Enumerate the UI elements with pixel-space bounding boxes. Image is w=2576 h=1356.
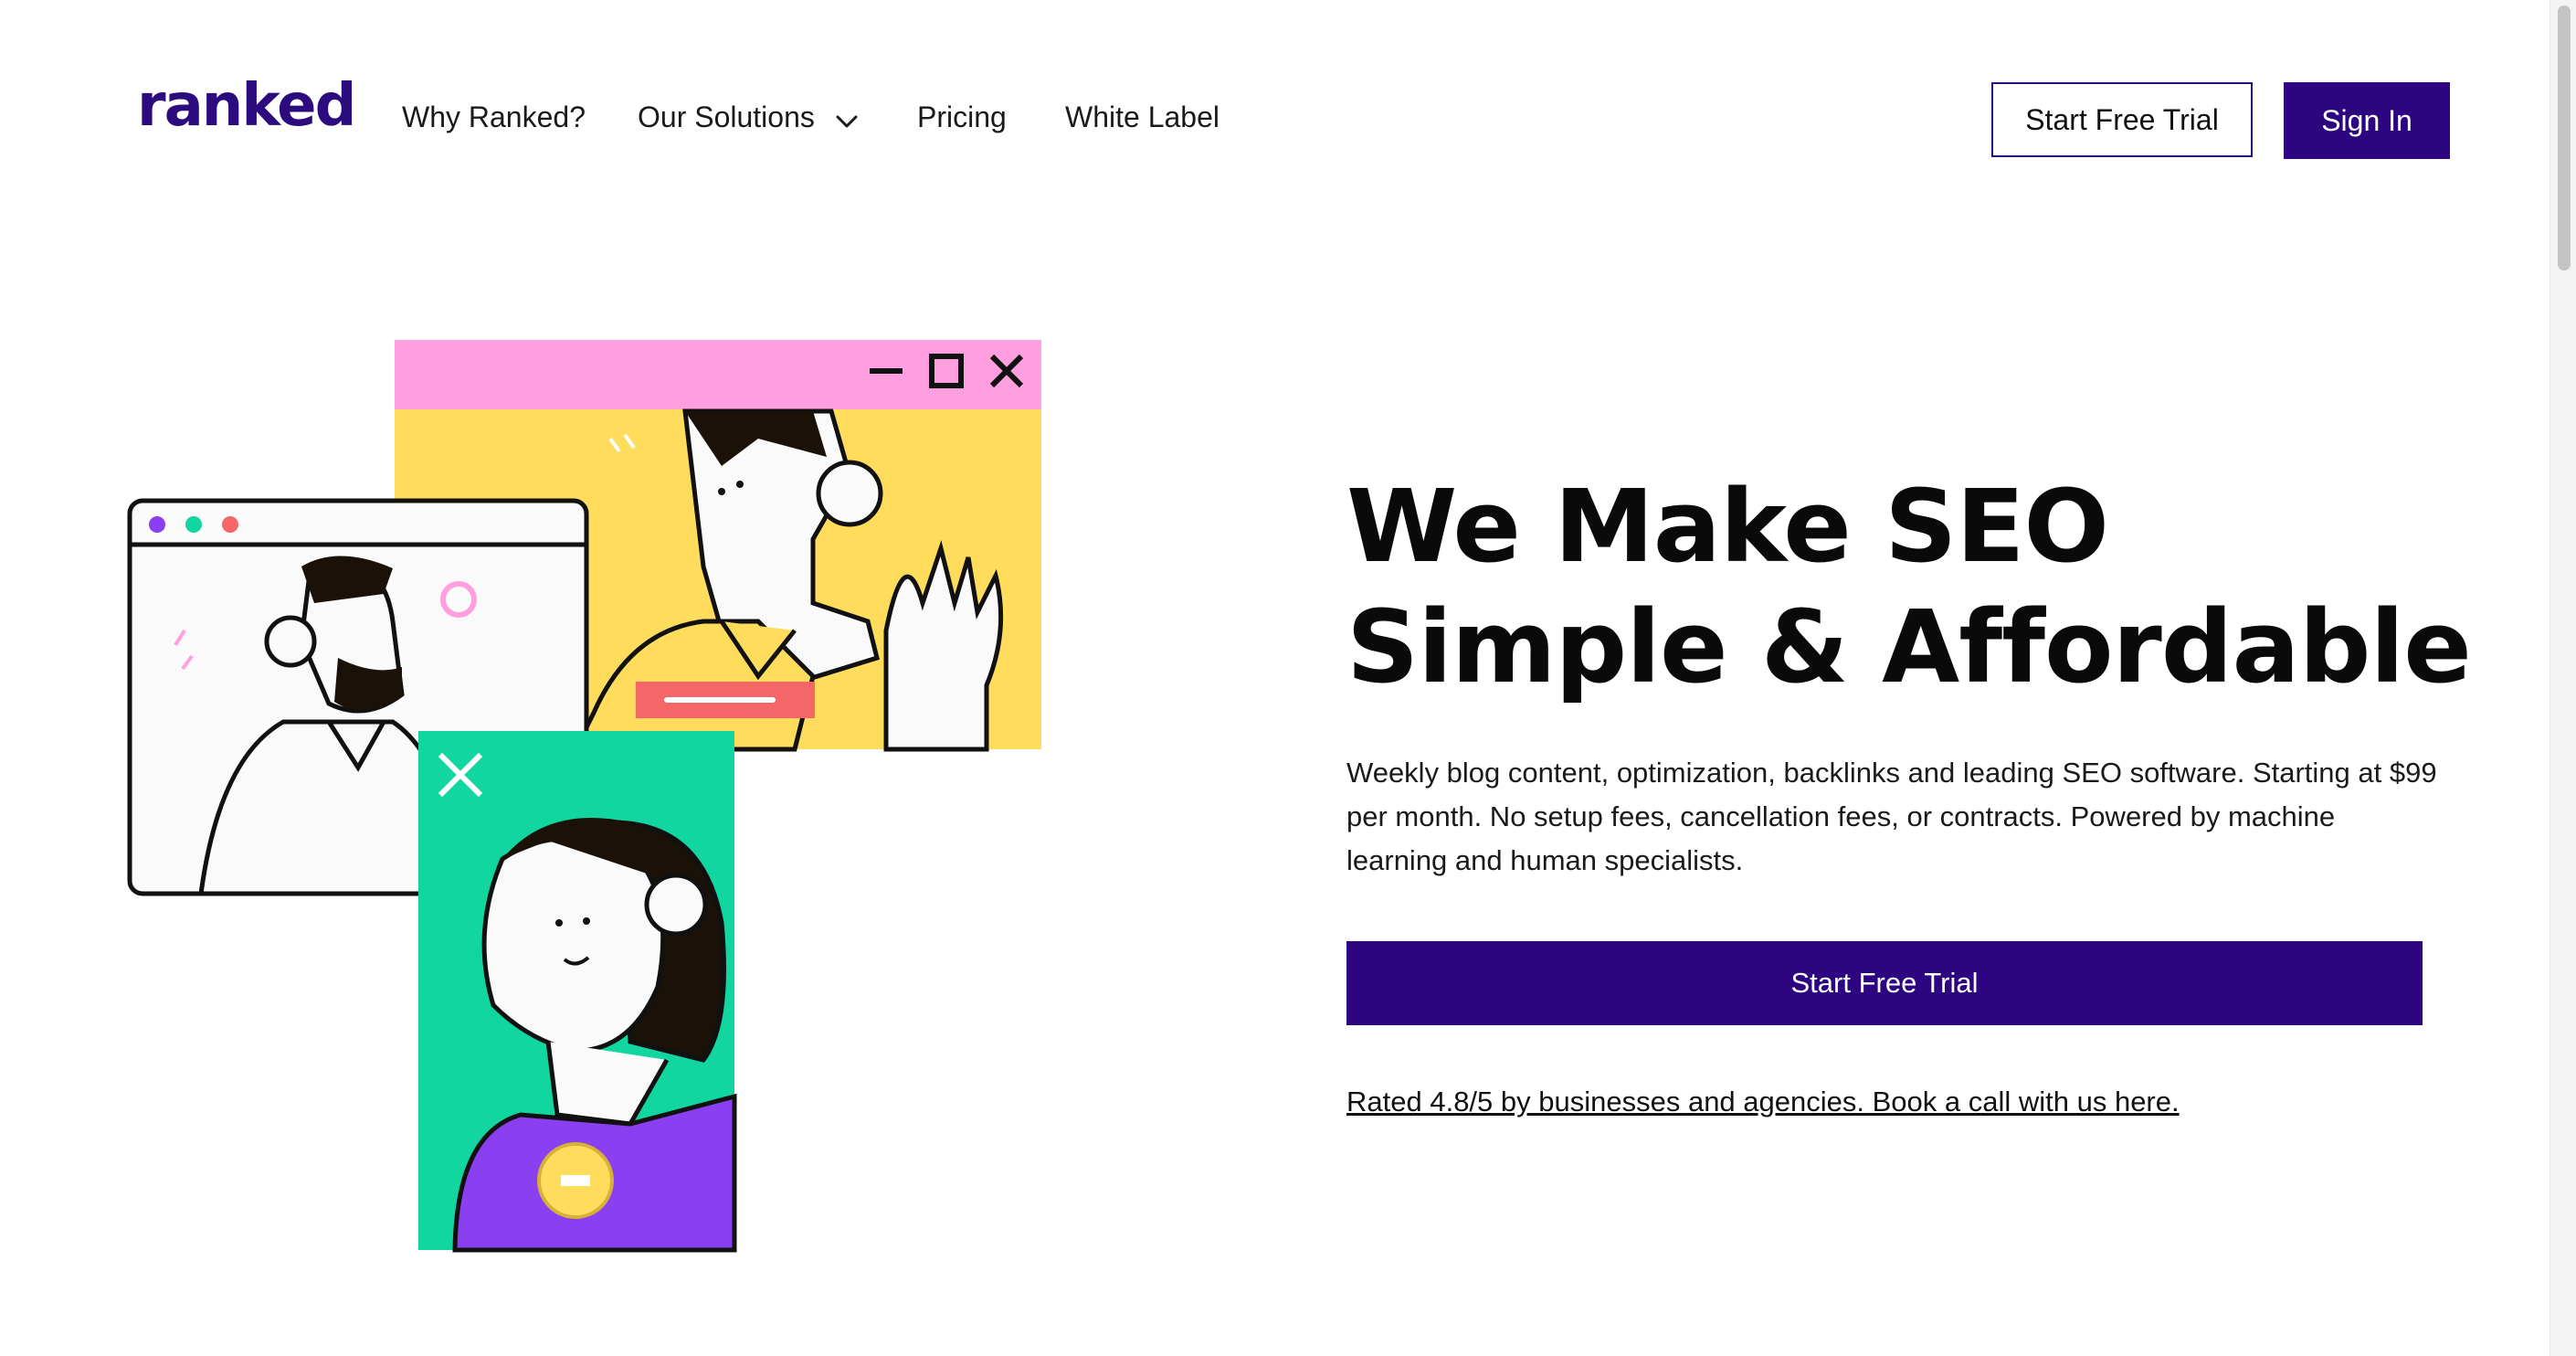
nav-white-label-label: White Label	[1065, 101, 1219, 133]
scrollbar-thumb[interactable]	[2558, 5, 2571, 270]
nav-pricing[interactable]: Pricing	[917, 101, 1007, 134]
hero-title: We Make SEO Simple & Affordable	[1346, 468, 2472, 705]
scrollbar[interactable]	[2550, 0, 2576, 1356]
nav-white-label[interactable]: White Label	[1065, 101, 1219, 134]
window-dots-icon	[149, 516, 238, 533]
nav-our-solutions-label: Our Solutions	[638, 101, 815, 133]
logo[interactable]: ranked	[137, 77, 356, 135]
nav-pricing-label: Pricing	[917, 101, 1007, 133]
green-window	[418, 731, 737, 1253]
nav-our-solutions[interactable]: Our Solutions	[638, 101, 859, 136]
chevron-down-icon	[835, 102, 859, 136]
start-free-trial-header-button[interactable]: Start Free Trial	[1991, 82, 2253, 157]
book-call-link[interactable]: Rated 4.8/5 by businesses and agencies. …	[1346, 1086, 2180, 1118]
start-free-trial-cta-button[interactable]: Start Free Trial	[1346, 941, 2423, 1025]
sign-in-button[interactable]: Sign In	[2284, 82, 2450, 159]
video-call-illustration	[119, 329, 1050, 1261]
nav-why-ranked[interactable]: Why Ranked?	[402, 101, 586, 134]
nav-why-ranked-label: Why Ranked?	[402, 101, 586, 133]
hero-description: Weekly blog content, optimization, backl…	[1346, 757, 2437, 876]
